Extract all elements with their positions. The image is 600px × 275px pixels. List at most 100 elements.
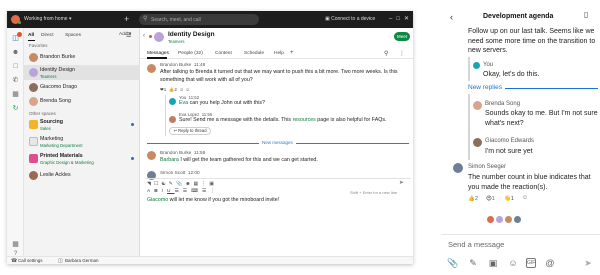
list-item[interactable]: Brenda Song (24, 94, 140, 108)
resources-link[interactable]: resources (293, 117, 316, 123)
avatar (453, 163, 463, 173)
thread-title: Development agenda (483, 13, 554, 20)
avatar (147, 151, 156, 160)
emoji-icon[interactable]: ☺ (508, 258, 518, 268)
reply-to-thread-button[interactable]: ↩ Reply to thread (169, 127, 211, 135)
list-item-name: Sourcing (40, 119, 63, 125)
reply-text: Eva can you help John out with this? (179, 99, 407, 107)
compose-input[interactable]: Giacomo will let me know if you got the … (147, 196, 407, 204)
reactions[interactable]: ❤1 👍2 ☺ ☺ (160, 87, 190, 93)
chevron-left-icon[interactable]: ‹ (450, 12, 453, 22)
connect-device-button[interactable]: ▣ Connect to a device (325, 16, 375, 22)
more-icon[interactable]: ⋮ (399, 50, 405, 57)
calendar-icon[interactable]: ▦ (11, 90, 20, 99)
connect-device-label: Connect to a device (331, 16, 376, 22)
compose-hint: Shift + Enter for a new line (350, 190, 398, 195)
tab-schedule[interactable]: Schedule (244, 51, 264, 56)
attach-icon[interactable]: 📎 (447, 258, 458, 268)
avatar (169, 116, 176, 123)
tab-spaces[interactable]: Spaces (65, 33, 81, 38)
format-toolbar[interactable]: ABIU☰☰⌨☰⋮ (147, 189, 219, 194)
reaction-count: 2 (474, 196, 478, 202)
search-bar[interactable]: ⚲ Search, meet, and call (139, 14, 259, 25)
add-button[interactable]: Add ▾ (119, 32, 131, 37)
list-item[interactable]: Brandon Burke (24, 50, 140, 64)
list-item-name: Leslie Ackles (40, 172, 71, 178)
quote-author: You (483, 62, 494, 68)
favorites-label: Favorites (29, 43, 48, 48)
new-messages-divider: New messages (147, 140, 409, 146)
space-icon (29, 120, 38, 129)
meet-button[interactable]: Meet (394, 32, 410, 41)
status-bar: ☎ Call settings ◫ Barbara German (7, 256, 413, 264)
tab-all-underline (28, 40, 35, 41)
camera-icon[interactable]: ▣ (488, 258, 498, 268)
unread-dot (131, 157, 134, 160)
calls-icon[interactable]: ✆ (11, 76, 20, 85)
chat-title: Identity Design (168, 31, 215, 38)
mention[interactable]: Eva (179, 100, 188, 106)
message-author: Brandon Burke 11:58 (160, 150, 205, 155)
list-item[interactable]: Identity Design Teamers (24, 65, 140, 80)
gif-icon[interactable]: GIF (526, 258, 536, 268)
tab-all[interactable]: All (28, 33, 34, 38)
list-item[interactable]: Sourcing Sales (24, 117, 140, 133)
add-reaction-icon[interactable]: ☺ (522, 195, 528, 201)
reply-text: Sure! Send me a message with the details… (179, 116, 409, 124)
apps-icon[interactable]: ▦ (11, 240, 20, 249)
mention[interactable]: Giacomo (147, 197, 168, 203)
tab-people[interactable]: People (32) (178, 51, 203, 56)
chevron-left-icon[interactable]: ‹ (143, 33, 145, 39)
tab-messages[interactable]: Messages (147, 51, 169, 56)
workspace-status[interactable]: Working from home ▾ (24, 16, 71, 22)
window-controls[interactable]: –□✕ (389, 15, 413, 22)
list-item[interactable]: Giacomo Drago (24, 80, 140, 94)
presence-dot (18, 21, 21, 24)
composer: ◥☐☯✎📎☻▦⋮▣ ➤ ABIU☰☰⌨☰⋮ Shift + Enter for … (145, 178, 411, 204)
tab-help[interactable]: Help (274, 51, 284, 56)
reaction-emoji: 👋 (504, 196, 511, 202)
title-bar: Working from home ▾ + ⚲ Search, meet, an… (7, 11, 413, 28)
add-icon[interactable]: + (124, 14, 129, 24)
contacts-icon[interactable]: ☻ (11, 48, 20, 57)
phone-icon[interactable]: ▯ (584, 10, 588, 19)
call-settings-label[interactable]: Call settings (18, 258, 43, 263)
reply-text: I'm not sure yet (485, 148, 533, 155)
composer-toolbar[interactable]: ◥☐☯✎📎☻▦⋮▣ (147, 181, 217, 187)
list-item[interactable]: Leslie Ackles (24, 168, 140, 182)
meetings-icon[interactable]: □ (11, 62, 20, 71)
list-item[interactable]: Printed Materials Graphic Design & Marke… (24, 151, 140, 167)
avatar (29, 68, 38, 77)
reaction-pill[interactable]: 😍1 (486, 196, 495, 202)
author-name: Simon Scott (160, 170, 186, 175)
mention-icon[interactable]: @ (545, 258, 555, 268)
user-name[interactable]: Barbara German (65, 258, 99, 263)
message-input[interactable]: Send a message (448, 240, 504, 249)
avatar (29, 52, 38, 62)
tab-messages-underline (147, 57, 167, 59)
reaction-pill[interactable]: 👍2 (468, 196, 478, 202)
user-status-icon: ◫ (58, 257, 63, 264)
nav-rail: ◫ ☻ □ ✆ ▦ ↻ ▦ ? (7, 28, 24, 264)
edit-icon[interactable]: ✎ (468, 258, 478, 268)
list-item-name: Brandon Burke (40, 54, 76, 60)
add-label: Add (119, 32, 128, 37)
send-icon[interactable]: ➤ (399, 180, 404, 186)
tab-add-icon[interactable]: + (290, 50, 294, 56)
list-item-name: Identity Design (40, 67, 76, 73)
reaction-pill[interactable]: 👋1 (504, 196, 514, 202)
reactions: 👍2 😍1 👋1 ☺ (468, 195, 548, 205)
list-item[interactable]: Marketing Marketing Department (24, 134, 140, 150)
call-settings-icon[interactable]: ☎ (11, 258, 17, 264)
activity-icon[interactable]: ↻ (11, 104, 20, 113)
reply-text: Sounds okay to me. But I'm not sure what… (485, 110, 598, 127)
send-icon[interactable]: ➤ (583, 258, 593, 268)
avatar (29, 82, 38, 92)
mention[interactable]: Barbara (160, 157, 179, 163)
list-item-sub: Teamers (40, 73, 57, 79)
tab-content[interactable]: Content (215, 51, 232, 56)
tab-direct[interactable]: Direct (41, 33, 54, 38)
search-icon[interactable]: ⚲ (384, 50, 388, 57)
reaction-emoji: 👍 (468, 196, 475, 202)
avatar (473, 138, 482, 147)
